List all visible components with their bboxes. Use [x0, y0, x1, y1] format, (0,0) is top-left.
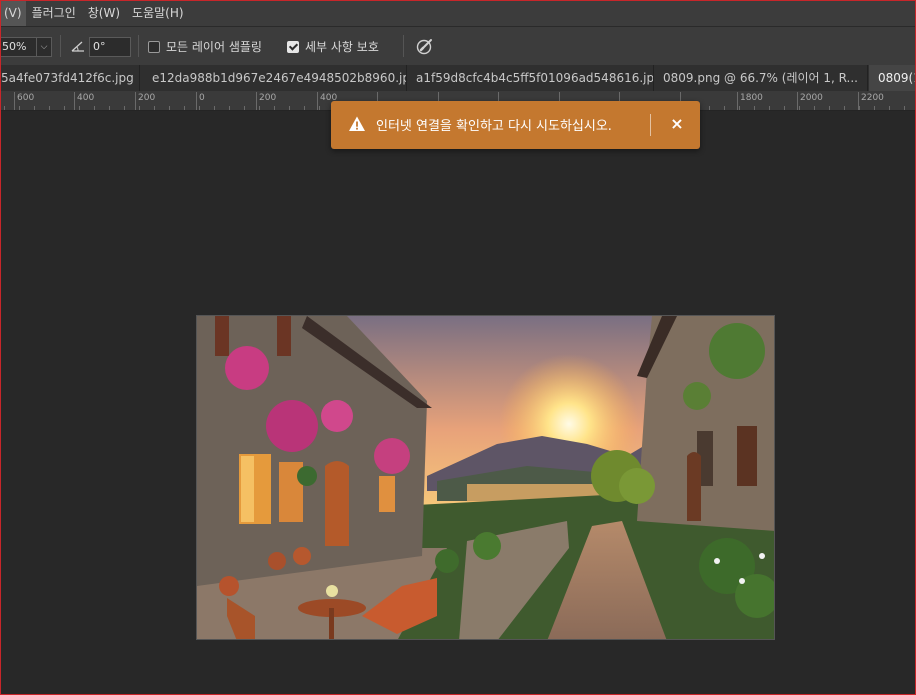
- tab-document-3[interactable]: a1f59d8cfc4b4c5ff5f01096ad548616.jpg×: [407, 65, 654, 91]
- ruler-tick: [814, 106, 815, 110]
- ruler-tick: [844, 106, 845, 110]
- options-bar: 50% ⌵ 0° 모든 레이어 샘플링 세부 사항 보호: [0, 26, 916, 65]
- sample-all-layers-checkbox[interactable]: [148, 41, 160, 53]
- menu-window[interactable]: 창(W): [82, 0, 126, 26]
- zoom-value: 50%: [2, 40, 27, 53]
- ruler-tick: [199, 106, 200, 110]
- ruler-tick: [874, 106, 875, 110]
- document-tabs: 5a4fe073fd412f6c.jpg× e12da988b1d967e246…: [0, 65, 916, 91]
- ruler-label: 200: [259, 93, 277, 103]
- ruler-tick: [289, 106, 290, 110]
- ruler-label: 1800: [740, 93, 763, 103]
- preserve-details-checkbox[interactable]: [287, 41, 299, 53]
- tab-label: 0809(1: [878, 71, 915, 85]
- ruler-tick: [304, 106, 305, 110]
- ruler-tick: [124, 106, 125, 110]
- notification-message: 인터넷 연결을 확인하고 다시 시도하십시오.: [376, 119, 612, 134]
- ruler-tick: [904, 106, 905, 110]
- ruler-label: 600: [17, 93, 35, 103]
- angle-value: 0°: [93, 40, 106, 53]
- divider: [403, 35, 404, 57]
- ruler-tick: [274, 106, 275, 110]
- ruler-tick: [784, 106, 785, 110]
- preserve-details-label: 세부 사항 보호: [305, 40, 379, 54]
- tab-document-5[interactable]: 0809(1: [869, 65, 916, 91]
- divider: [138, 35, 139, 57]
- ruler-tick: [799, 106, 800, 110]
- ruler-tick: [889, 106, 890, 110]
- close-icon[interactable]: ×: [667, 114, 687, 134]
- canvas-image[interactable]: [196, 315, 775, 640]
- village-sunset-image: [197, 316, 774, 639]
- ruler-tick: [829, 106, 830, 110]
- menu-plugins[interactable]: 플러그인: [26, 0, 82, 26]
- ruler-tick: [4, 106, 5, 110]
- ruler-tick: [109, 106, 110, 110]
- ruler-tick: [859, 106, 860, 110]
- tab-label: a1f59d8cfc4b4c5ff5f01096ad548616.jpg: [416, 71, 654, 85]
- ruler-tick: [169, 106, 170, 110]
- ruler-label: 2000: [800, 93, 823, 103]
- ruler-tick: [79, 106, 80, 110]
- ruler-tick: [709, 106, 710, 110]
- tab-label: e12da988b1d967e2467e4948502b8960.jpg: [152, 71, 407, 85]
- tab-label: 0809.png @ 66.7% (레이어 1, R...: [663, 71, 858, 85]
- ruler-tick: [49, 106, 50, 110]
- divider: [60, 35, 61, 57]
- ruler-tick: [769, 106, 770, 110]
- ruler-tick: [64, 106, 65, 110]
- ruler-tick: [244, 106, 245, 110]
- warning-icon: [349, 116, 365, 131]
- ruler-tick: [259, 106, 260, 110]
- menu-help[interactable]: 도움말(H): [126, 0, 190, 26]
- close-icon[interactable]: ×: [866, 72, 867, 85]
- ruler-label: 0: [199, 93, 205, 103]
- ruler-label: 200: [138, 93, 156, 103]
- ruler-tick: [139, 106, 140, 110]
- tab-document-2[interactable]: e12da988b1d967e2467e4948502b8960.jpg×: [143, 65, 407, 91]
- angle-icon: [71, 41, 84, 52]
- tab-document-4[interactable]: 0809.png @ 66.7% (레이어 1, R... ×: [654, 65, 868, 91]
- tab-label: 5a4fe073fd412f6c.jpg: [1, 71, 134, 85]
- ruler-tick: [214, 106, 215, 110]
- ruler-label: 2200: [861, 93, 884, 103]
- ruler-label: 400: [77, 93, 95, 103]
- ruler-tick: [724, 106, 725, 110]
- menu-view[interactable]: (V): [0, 0, 26, 26]
- chevron-down-icon[interactable]: ⌵: [36, 38, 51, 56]
- ruler-tick: [34, 106, 35, 110]
- divider: [650, 114, 651, 136]
- sample-all-layers-label: 모든 레이어 샘플링: [166, 40, 262, 54]
- ruler-tick: [184, 106, 185, 110]
- ruler-tick: [754, 106, 755, 110]
- ruler-tick: [739, 106, 740, 110]
- menu-bar: (V) 플러그인 창(W) 도움말(H): [0, 0, 916, 26]
- zoom-select[interactable]: 50% ⌵: [0, 37, 52, 57]
- tab-document-1[interactable]: 5a4fe073fd412f6c.jpg×: [0, 65, 140, 91]
- brush-settings-icon[interactable]: [416, 37, 434, 55]
- angle-input[interactable]: 0°: [89, 37, 131, 57]
- ruler-tick: [94, 106, 95, 110]
- connection-error-notification: 인터넷 연결을 확인하고 다시 시도하십시오. ×: [331, 101, 700, 149]
- ruler-tick: [229, 106, 230, 110]
- ruler-tick: [319, 106, 320, 110]
- ruler-tick: [19, 106, 20, 110]
- ruler-tick: [154, 106, 155, 110]
